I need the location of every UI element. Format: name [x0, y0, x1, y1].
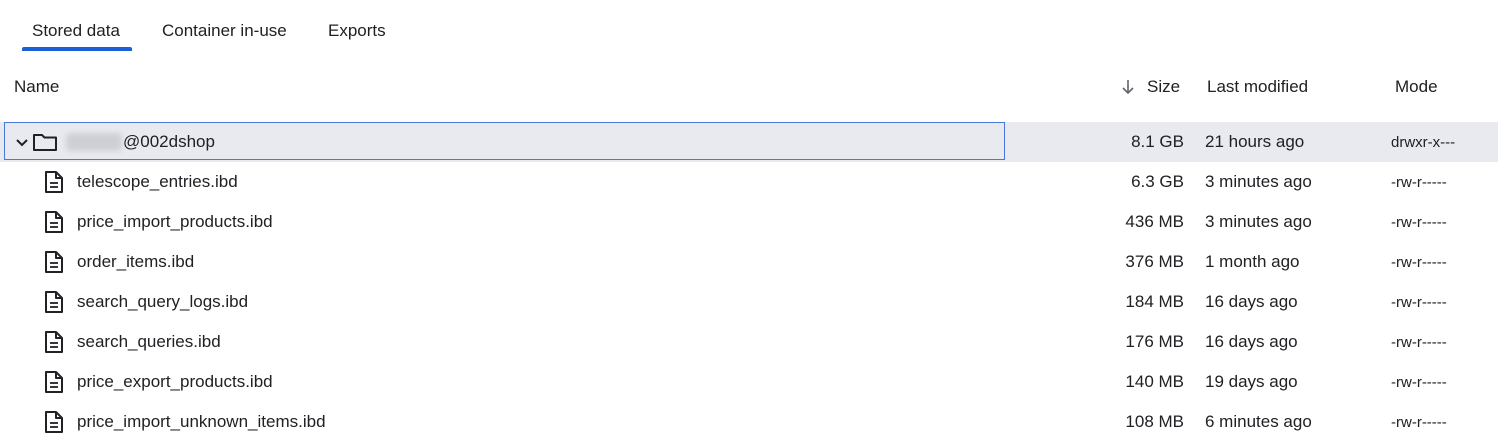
folder-row[interactable]: @002dshop 8.1 GB 21 hours ago drwxr-x--- [0, 122, 1498, 162]
file-modified: 1 month ago [1205, 252, 1300, 271]
file-row[interactable]: search_queries.ibd 176 MB 16 days ago -r… [0, 322, 1498, 362]
file-modified: 6 minutes ago [1205, 412, 1312, 431]
file-name: order_items.ibd [77, 252, 195, 271]
folder-modified: 21 hours ago [1205, 132, 1305, 151]
file-mode: -rw-r----- [1391, 414, 1447, 431]
folder-mode: drwxr-x--- [1391, 134, 1456, 151]
file-icon [45, 211, 63, 233]
tab-container-in-use[interactable]: Container in-use [162, 20, 287, 42]
file-size: 140 MB [1125, 372, 1184, 391]
file-icon [45, 171, 63, 193]
file-mode: -rw-r----- [1391, 214, 1447, 231]
file-name: price_import_unknown_items.ibd [77, 412, 326, 431]
file-name: search_query_logs.ibd [77, 292, 249, 311]
column-header-name[interactable]: Name [14, 76, 59, 98]
column-header-mode[interactable]: Mode [1395, 76, 1438, 98]
folder-icon [33, 134, 57, 151]
file-size: 108 MB [1125, 412, 1184, 431]
file-row[interactable]: search_query_logs.ibd 184 MB 16 days ago… [0, 282, 1498, 322]
file-row[interactable]: price_export_products.ibd 140 MB 19 days… [0, 362, 1498, 402]
table-header: Name Size Last modified Mode [0, 62, 1498, 112]
file-mode: -rw-r----- [1391, 374, 1447, 391]
stored-data-panel: Stored data Container in-use Exports Nam… [0, 0, 1498, 442]
arrow-down-icon[interactable] [1119, 76, 1137, 98]
chevron-down-icon[interactable] [14, 132, 30, 152]
file-icon [45, 371, 63, 393]
column-header-size[interactable]: Size [1147, 76, 1180, 98]
file-row[interactable]: price_import_unknown_items.ibd 108 MB 6 … [0, 402, 1498, 442]
file-modified: 3 minutes ago [1205, 212, 1312, 231]
file-mode: -rw-r----- [1391, 294, 1447, 311]
file-name: price_export_products.ibd [77, 372, 273, 391]
file-row[interactable]: order_items.ibd 376 MB 1 month ago -rw-r… [0, 242, 1498, 282]
file-row[interactable]: price_import_products.ibd 436 MB 3 minut… [0, 202, 1498, 242]
file-name: search_queries.ibd [77, 332, 221, 351]
tab-exports[interactable]: Exports [328, 20, 386, 42]
file-size: 184 MB [1125, 292, 1184, 311]
file-icon [45, 251, 63, 273]
folder-size: 8.1 GB [1131, 132, 1184, 151]
file-size: 6.3 GB [1131, 172, 1184, 191]
file-size: 176 MB [1125, 332, 1184, 351]
column-header-last-modified[interactable]: Last modified [1207, 76, 1308, 98]
file-size: 376 MB [1125, 252, 1184, 271]
folder-name: @002dshop [123, 132, 215, 151]
file-row[interactable]: telescope_entries.ibd 6.3 GB 3 minutes a… [0, 162, 1498, 202]
file-name: price_import_products.ibd [77, 212, 273, 231]
active-tab-indicator [22, 47, 132, 51]
tab-stored-data[interactable]: Stored data [32, 20, 120, 42]
tab-bar: Stored data Container in-use Exports [0, 0, 1498, 56]
file-mode: -rw-r----- [1391, 334, 1447, 351]
file-name: telescope_entries.ibd [77, 172, 238, 191]
file-size: 436 MB [1125, 212, 1184, 231]
file-icon [45, 331, 63, 353]
file-mode: -rw-r----- [1391, 174, 1447, 191]
file-modified: 16 days ago [1205, 292, 1298, 311]
redacted-name-prefix [66, 133, 122, 151]
file-mode: -rw-r----- [1391, 254, 1447, 271]
file-modified: 19 days ago [1205, 372, 1298, 391]
file-modified: 16 days ago [1205, 332, 1298, 351]
file-modified: 3 minutes ago [1205, 172, 1312, 191]
file-icon [45, 291, 63, 313]
file-icon [45, 411, 63, 433]
